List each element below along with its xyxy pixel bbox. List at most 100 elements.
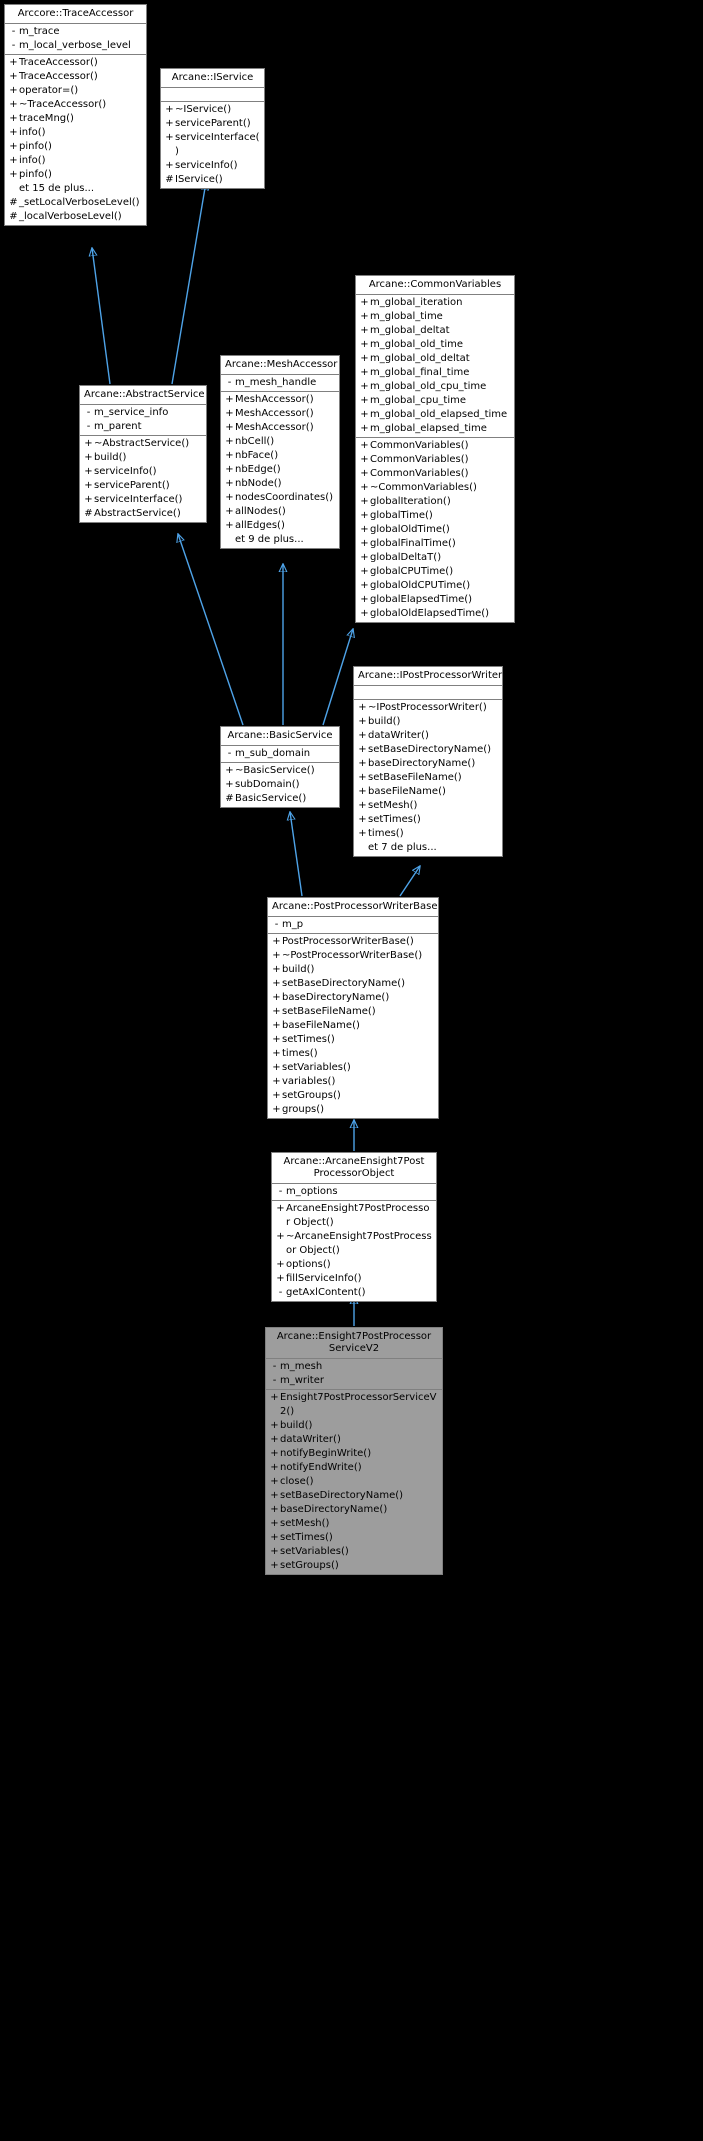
visibility-marker: +	[270, 1476, 279, 1487]
visibility-marker: +	[84, 438, 93, 449]
member-name: m_global_elapsed_time	[370, 423, 487, 434]
member-name: baseFileName()	[282, 1020, 360, 1031]
visibility-marker: +	[272, 936, 281, 947]
visibility-marker: +	[272, 1048, 281, 1059]
member-name: ~PostProcessorWriterBase()	[282, 950, 423, 961]
member-row: - getAxlContent()	[272, 1286, 436, 1300]
member-row: + m_global_old_deltat	[356, 352, 514, 366]
visibility-marker: +	[225, 394, 234, 405]
attributes-compartment	[161, 88, 264, 102]
member-row: - m_service_info	[80, 406, 206, 420]
member-name: setVariables()	[282, 1062, 351, 1073]
member-row: + traceMng()	[5, 112, 146, 126]
member-row: + fillServiceInfo()	[272, 1272, 436, 1286]
member-name: nodesCoordinates()	[235, 492, 333, 503]
visibility-marker: +	[360, 409, 369, 420]
visibility-marker: +	[9, 99, 18, 110]
class-node-ipostprocessorwriter[interactable]: Arcane::IPostProcessorWriter + ~IPostProc…	[353, 666, 503, 857]
visibility-marker: +	[225, 478, 234, 489]
member-row: + ~ArcaneEnsight7PostProcessor Object()	[272, 1230, 436, 1258]
member-name: nbCell()	[235, 436, 275, 447]
visibility-marker: +	[360, 468, 369, 479]
class-node-commonvariables[interactable]: Arcane::CommonVariables + m_global_iterat…	[355, 275, 515, 623]
member-name: options()	[286, 1259, 331, 1270]
member-name: m_sub_domain	[235, 748, 311, 759]
visibility-marker: -	[11, 26, 16, 37]
class-title: Arcane::IService	[161, 69, 264, 88]
visibility-marker: +	[9, 57, 18, 68]
visibility-marker: +	[360, 311, 369, 322]
member-name: ~ArcaneEnsight7PostProcessor Object()	[286, 1231, 432, 1256]
member-name: build()	[282, 964, 315, 975]
member-name: m_p	[282, 919, 304, 930]
visibility-marker: +	[276, 1203, 285, 1214]
visibility-marker: +	[225, 436, 234, 447]
visibility-marker: -	[272, 1361, 277, 1372]
visibility-marker: #	[165, 174, 174, 185]
class-node-arcaneensight7postprocessorobject[interactable]: Arcane::ArcaneEnsight7Post ProcessorObje…	[271, 1152, 437, 1302]
visibility-marker: +	[272, 992, 281, 1003]
member-name: MeshAccessor()	[235, 408, 314, 419]
member-name: baseDirectoryName()	[368, 758, 476, 769]
class-node-basicservice[interactable]: Arcane::BasicService - m_sub_domain + ~Bas…	[220, 726, 340, 808]
visibility-marker: +	[360, 325, 369, 336]
class-title: Arcane::ArcaneEnsight7Post ProcessorObje…	[272, 1153, 436, 1184]
visibility-marker: #	[9, 197, 18, 208]
member-row: + setVariables()	[268, 1061, 438, 1075]
member-row: + m_global_deltat	[356, 324, 514, 338]
member-row: + setTimes()	[266, 1531, 442, 1545]
member-name: m_global_old_deltat	[370, 353, 470, 364]
visibility-marker: +	[272, 1062, 281, 1073]
operations-compartment: + ~IService() + serviceParent() + serviceInte…	[161, 102, 264, 188]
member-row: + dataWriter()	[266, 1433, 442, 1447]
member-name: setBaseDirectoryName()	[368, 744, 492, 755]
edge-ppwriterbase-ipostprocessorwriter	[399, 866, 420, 897]
member-name: setMesh()	[280, 1518, 330, 1529]
visibility-marker: +	[360, 482, 369, 493]
member-row: # _localVerboseLevel()	[5, 210, 146, 224]
member-row: + serviceInfo()	[161, 159, 264, 173]
member-row: + serviceParent()	[80, 479, 206, 493]
member-row: - m_mesh_handle	[221, 376, 339, 390]
visibility-marker: +	[358, 758, 367, 769]
member-row: + baseFileName()	[354, 785, 502, 799]
class-node-traceaccessor[interactable]: Arccore::TraceAccessor - m_trace - m_local_…	[4, 4, 147, 226]
member-name: _localVerboseLevel()	[19, 211, 122, 222]
class-node-meshaccessor[interactable]: Arcane::MeshAccessor - m_mesh_handle + Mes…	[220, 355, 340, 549]
member-name: m_global_old_time	[370, 339, 464, 350]
member-row: + build()	[266, 1419, 442, 1433]
member-row: + PostProcessorWriterBase()	[268, 935, 438, 949]
edge-abstractservice-iservice	[171, 182, 206, 385]
member-name: ~CommonVariables()	[370, 482, 477, 493]
member-name: IService()	[175, 174, 223, 185]
class-node-abstractservice[interactable]: Arcane::AbstractService - m_service_info -…	[79, 385, 207, 523]
class-node-postprocessorwriterbase[interactable]: Arcane::PostProcessorWriterBase - m_p + Po…	[267, 897, 439, 1119]
member-row: + options()	[272, 1258, 436, 1272]
class-node-iservice[interactable]: Arcane::IService + ~IService() + servicePar…	[160, 68, 265, 189]
member-row: + globalFinalTime()	[356, 537, 514, 551]
visibility-marker: +	[358, 786, 367, 797]
member-name: globalFinalTime()	[370, 538, 456, 549]
class-node-ensight7postprocessorservicev2[interactable]: Arcane::Ensight7PostProcessor ServiceV2 …	[265, 1327, 443, 1575]
member-name: ~IService()	[175, 104, 232, 115]
member-row: + m_global_time	[356, 310, 514, 324]
member-name: setVariables()	[280, 1546, 349, 1557]
member-name: globalElapsedTime()	[370, 594, 473, 605]
member-row: - m_sub_domain	[221, 747, 339, 761]
member-row: + build()	[80, 451, 206, 465]
member-row: + baseDirectoryName()	[266, 1503, 442, 1517]
member-name: m_mesh_handle	[235, 377, 317, 388]
member-row: + setBaseDirectoryName()	[268, 977, 438, 991]
member-name: m_options	[286, 1186, 338, 1197]
member-row: - m_parent	[80, 420, 206, 434]
visibility-marker: +	[360, 395, 369, 406]
member-row: + variables()	[268, 1075, 438, 1089]
member-row: + setVariables()	[266, 1545, 442, 1559]
member-row: + ~AbstractService()	[80, 437, 206, 451]
member-name: globalCPUTime()	[370, 566, 454, 577]
visibility-marker: +	[84, 452, 93, 463]
member-name: serviceParent()	[94, 480, 170, 491]
visibility-marker: #	[84, 508, 93, 519]
member-name: globalTime()	[370, 510, 433, 521]
member-name: dataWriter()	[280, 1434, 341, 1445]
